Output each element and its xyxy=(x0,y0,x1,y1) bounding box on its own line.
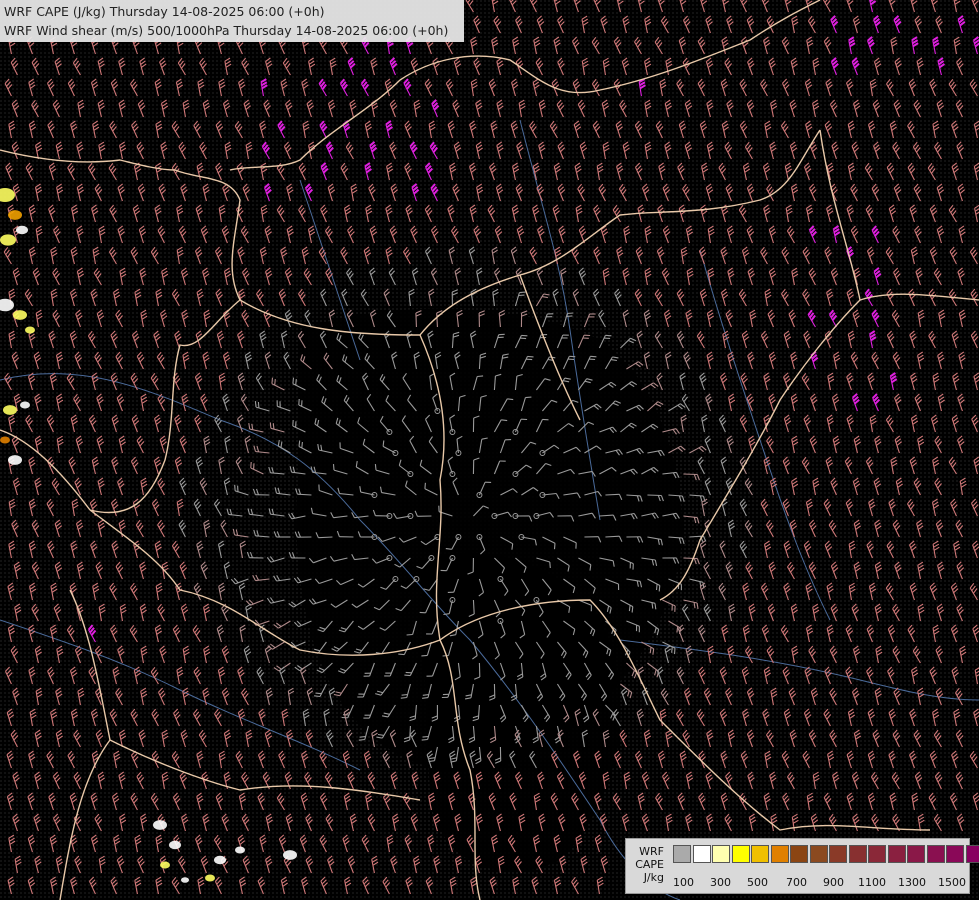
cape-patch xyxy=(205,874,215,882)
cape-patch xyxy=(235,846,245,854)
legend-title-line: J/kg xyxy=(643,871,664,884)
cape-patch xyxy=(169,840,181,850)
legend-swatch xyxy=(790,845,808,863)
legend-swatch xyxy=(731,845,750,863)
legend-swatch xyxy=(751,845,769,863)
legend-swatch xyxy=(848,845,867,863)
legend-swatch xyxy=(809,845,828,863)
legend-swatch xyxy=(868,845,886,863)
cape-patch xyxy=(0,234,16,246)
legend-swatch xyxy=(673,845,691,863)
cape-patch xyxy=(0,436,10,444)
cape-patch xyxy=(3,405,17,415)
legend-tick: 1100 xyxy=(858,876,886,889)
cape-patch xyxy=(13,310,27,320)
legend-tick: 300 xyxy=(710,876,731,889)
map-title-box: WRF CAPE (J/kg) Thursday 14-08-2025 06:0… xyxy=(0,0,464,42)
cape-patch xyxy=(160,861,170,869)
legend-color-bar xyxy=(673,845,979,863)
legend-swatch xyxy=(926,845,945,863)
cape-patch xyxy=(181,877,189,883)
cape-patch xyxy=(283,850,297,860)
cape-legend: WRF CAPE J/kg 100 300 500 700 900 1100 1… xyxy=(625,838,979,894)
wind-shear-title: WRF Wind shear (m/s) 500/1000hPa Thursda… xyxy=(4,23,449,38)
legend-title-line: WRF xyxy=(639,845,664,858)
legend-tick: 100 xyxy=(673,876,694,889)
legend-tick: 1300 xyxy=(898,876,926,889)
cape-title: WRF CAPE (J/kg) Thursday 14-08-2025 06:0… xyxy=(4,4,325,19)
legend-swatch xyxy=(887,845,906,863)
legend-swatch xyxy=(829,845,847,863)
legend-tick: 700 xyxy=(786,876,807,889)
legend-title: WRF CAPE J/kg xyxy=(630,845,664,884)
cape-patch xyxy=(20,401,30,409)
cape-patch xyxy=(8,210,22,220)
legend-swatch xyxy=(770,845,789,863)
legend-tick: 900 xyxy=(823,876,844,889)
legend-swatch xyxy=(946,845,964,863)
weather-map xyxy=(0,0,979,900)
legend-title-line: CAPE xyxy=(635,858,664,871)
map-viewer: WRF CAPE (J/kg) Thursday 14-08-2025 06:0… xyxy=(0,0,979,900)
legend-swatch xyxy=(692,845,711,863)
legend-ticks: 100 300 500 700 900 1100 1300 1500 xyxy=(673,876,969,890)
legend-swatch xyxy=(712,845,730,863)
cape-patch xyxy=(214,855,226,865)
cape-patch xyxy=(8,455,22,465)
cape-patch xyxy=(16,225,28,235)
legend-tick: 500 xyxy=(747,876,768,889)
legend-swatch xyxy=(965,845,979,863)
legend-swatch xyxy=(907,845,925,863)
cape-patch xyxy=(153,820,167,830)
legend-tick: 1500 xyxy=(938,876,966,889)
cape-patch xyxy=(25,326,35,334)
